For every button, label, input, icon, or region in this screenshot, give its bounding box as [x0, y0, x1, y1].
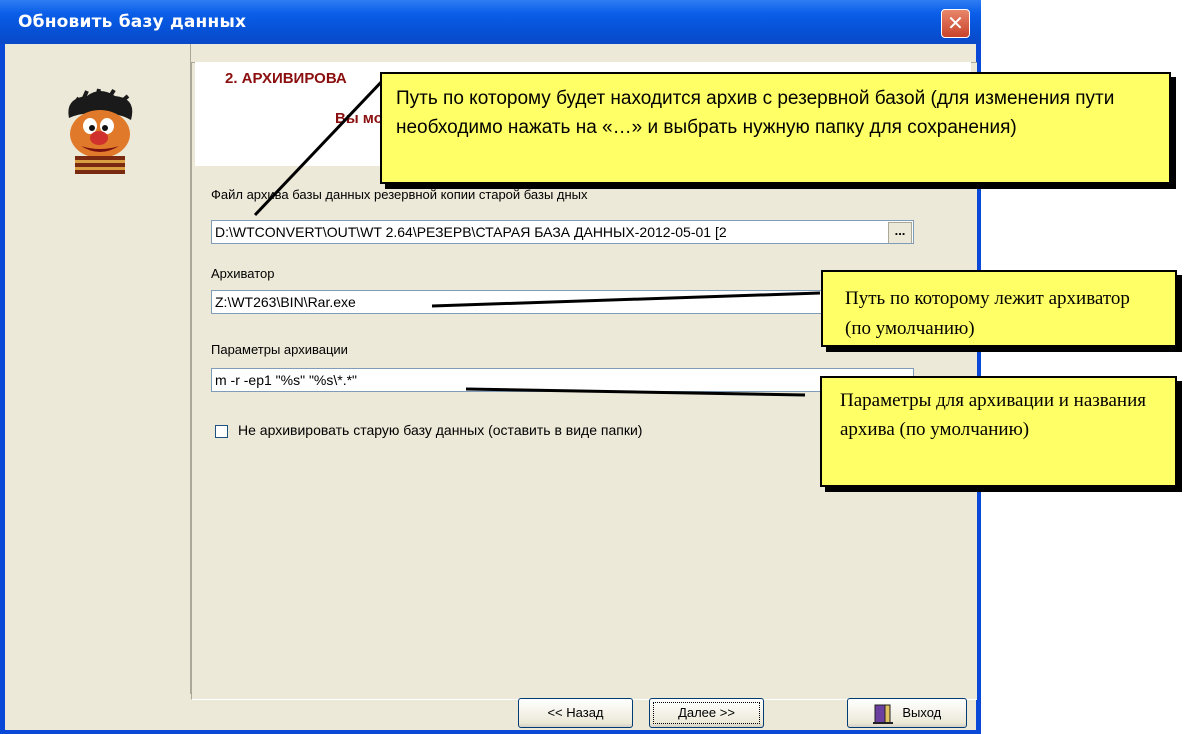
archiver-callout-text: Путь по которому лежит архиватор (по умо…: [845, 288, 1130, 339]
archiver-callout-line: [431, 291, 821, 308]
archiver-callout: Путь по которому лежит архиватор (по умо…: [821, 270, 1177, 347]
path-callout-line: [253, 76, 387, 217]
path-callout: Путь по которому будет находится архив с…: [380, 72, 1171, 184]
params-callout-text: Параметры для архивации и названия архив…: [840, 390, 1146, 440]
params-callout-line: [465, 387, 806, 397]
params-callout: Параметры для архивации и названия архив…: [820, 376, 1177, 487]
path-callout-text: Путь по которому будет находится архив с…: [396, 88, 1115, 138]
